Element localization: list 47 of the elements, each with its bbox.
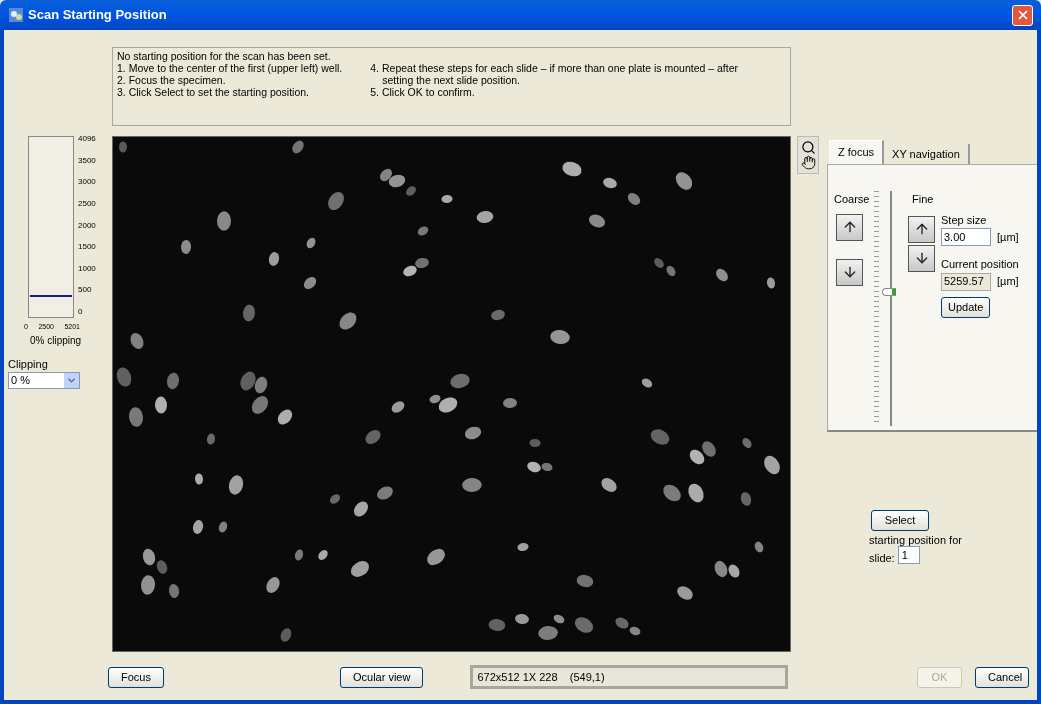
histogram-line [30,295,72,297]
axis-tick-label: 4096 [78,134,96,143]
ocular-view-button[interactable]: Ocular view [339,666,424,688]
instruction-text: 3. Click Select to set the starting position. [117,86,310,98]
close-button[interactable] [1012,4,1033,26]
clipping-dropdown[interactable]: 0 % [8,372,80,389]
unit-label: [µm] [997,274,1019,290]
clipping-label: Clipping [8,356,49,372]
step-size-label: Step size [941,212,988,228]
axis-tick-label: 1000 [78,263,96,273]
slide-number-field[interactable]: 1 [897,546,920,564]
fine-label: Fine [912,192,935,207]
axis-tick-label: 0 [78,307,84,316]
hand-icon[interactable] [800,155,816,170]
app-icon [8,7,24,23]
axis-tick-label: 3500 [78,155,96,165]
instruction-text: 2. Focus the specimen. [117,74,227,86]
tab[interactable]: Z focus [829,140,885,164]
cancel-button[interactable]: Cancel [975,667,1029,688]
current-position-field: 5259.57 [941,272,991,291]
coarse-label: Coarse [834,192,870,207]
fine-up-button[interactable] [908,215,935,243]
axis-tick-label: 3000 [78,177,96,187]
axis-tick-label: 2500 [78,198,96,208]
focus-button[interactable]: Focus [108,666,164,688]
coarse-up-button[interactable] [836,213,863,241]
instruction-text: 4. Repeat these steps for each slide – if more than one plate is mounted – after setting the next slide position. [370,62,739,86]
instruction-text: 5. Click OK to confirm. [370,86,476,98]
slide-label: slide: [869,552,895,564]
axis-tick-label: 500 [78,285,93,295]
update-button[interactable]: Update [941,296,991,318]
fine-down-button[interactable] [908,244,935,272]
instruction-text: 1. Move to the center of the first (upper left) well. [117,62,343,74]
search-icon[interactable] [800,140,816,155]
slider-thumb[interactable] [882,288,896,297]
instruction-text: No starting position for the scan has been set. [117,50,332,62]
select-button[interactable]: Select [871,510,929,531]
current-position-label: Current position [941,257,1019,272]
coarse-down-button[interactable] [836,258,863,286]
slide-label: starting position for [869,534,963,546]
axis-tick-label: 2000 [78,220,96,230]
status-field: 672x512 1X 228 (549,1) [470,665,789,689]
step-size-field[interactable]: 3.00 [941,228,991,246]
unit-label: [µm] [997,229,1019,245]
window-title: Scan Starting Position [28,6,167,25]
clipping-caption: 0% clipping [30,333,83,348]
axis-tick-label: 1500 [78,242,96,252]
